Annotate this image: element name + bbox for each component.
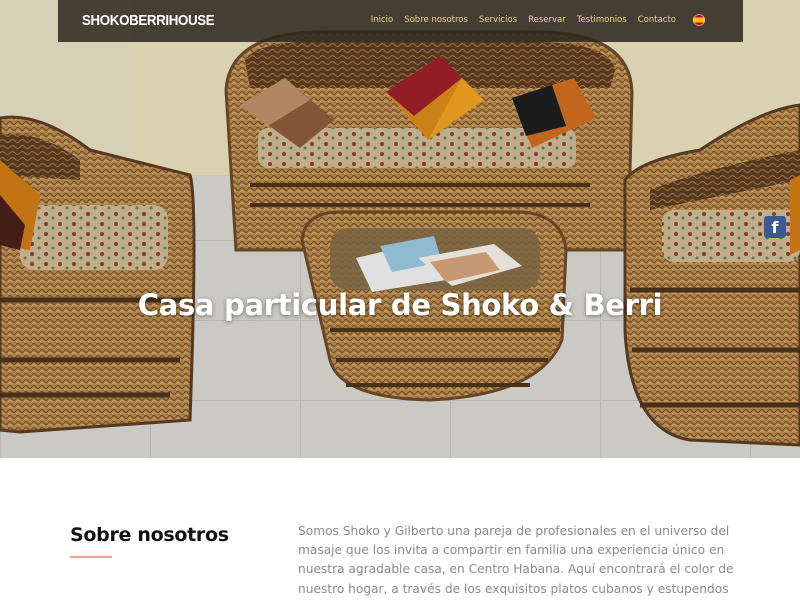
about-paragraph: Somos Shoko y Gilberto una pareja de pro… — [298, 524, 734, 596]
hero-title: Casa particular de Shoko & Berri — [137, 288, 663, 322]
nav-link-testimonios[interactable]: Testimonios — [577, 15, 627, 25]
nav-link-inicio[interactable]: Inicio — [371, 15, 394, 25]
facebook-icon[interactable]: f — [764, 216, 786, 238]
heading-underline — [70, 556, 112, 558]
nav-link-sobre-nosotros[interactable]: Sobre nosotros — [404, 15, 468, 25]
hero-overlay — [0, 0, 800, 458]
nav-link-servicios[interactable]: Servicios — [479, 15, 517, 25]
hero-section: Casa particular de Shoko & Berri f — [0, 0, 800, 458]
top-navbar: SHOKOBERRIHOUSE Inicio Sobre nosotros Se… — [58, 0, 743, 42]
nav-link-contacto[interactable]: Contacto — [638, 15, 676, 25]
main-navigation: Inicio Sobre nosotros Servicios Reservar… — [371, 15, 676, 25]
about-heading: Sobre nosotros — [70, 524, 229, 546]
brand-logo[interactable]: SHOKOBERRIHOUSE — [82, 13, 215, 29]
spain-flag-icon[interactable] — [693, 14, 705, 26]
nav-link-reservar[interactable]: Reservar — [528, 15, 566, 25]
